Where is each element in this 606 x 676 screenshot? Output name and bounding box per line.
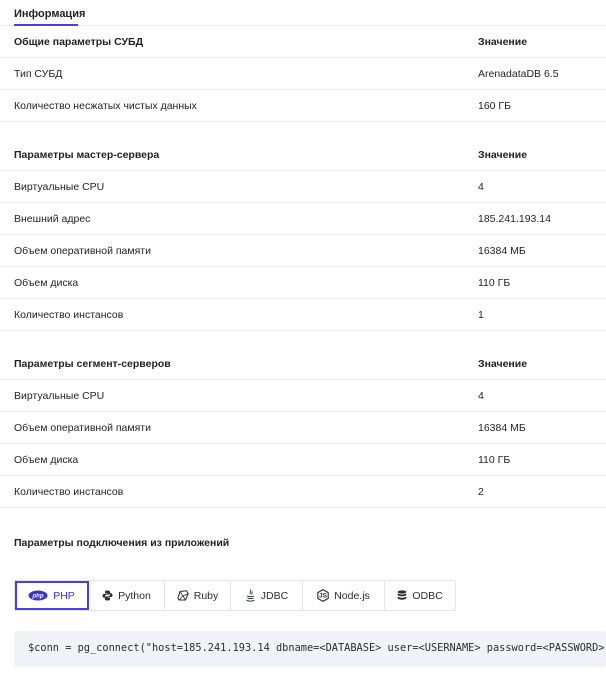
code-snippet[interactable]: $conn = pg_connect("host=185.241.193.14 … xyxy=(14,631,606,667)
table-row: Объем диска 110 ГБ xyxy=(0,267,606,299)
param-label: Виртуальные CPU xyxy=(14,390,105,402)
param-value: 16384 МБ xyxy=(478,245,526,257)
php-icon: php xyxy=(28,590,48,601)
column-header-value: Значение xyxy=(478,149,528,161)
column-header-value: Значение xyxy=(478,36,528,48)
table-header: Параметры мастер-сервера Значение xyxy=(0,139,606,171)
param-label: Тип СУБД xyxy=(14,68,63,80)
tab-label: Ruby xyxy=(193,589,219,602)
segment-params-table: Параметры сегмент-серверов Значение Вирт… xyxy=(0,348,606,508)
language-tabs: php PHP Python Ruby JDBC JS Node.js ODBC xyxy=(14,580,456,611)
param-value: 110 ГБ xyxy=(478,454,511,466)
tab-label: JDBC xyxy=(260,589,289,602)
ruby-icon xyxy=(177,590,189,601)
param-label: Объем оперативной памяти xyxy=(14,422,151,434)
param-value: 16384 МБ xyxy=(478,422,526,434)
table-row: Виртуальные CPU 4 xyxy=(0,171,606,203)
param-label: Внешний адрес xyxy=(14,213,91,225)
general-params-table: Общие параметры СУБД Значение Тип СУБД A… xyxy=(0,26,606,122)
tab-bar: Информация xyxy=(0,0,606,26)
table-row: Тип СУБД ArenadataDB 6.5 xyxy=(0,58,606,90)
param-value: 2 xyxy=(478,486,484,498)
param-value: 4 xyxy=(478,181,484,193)
param-label: Объем оперативной памяти xyxy=(14,245,151,257)
table-row: Количество инстансов 2 xyxy=(0,476,606,508)
param-label: Количество инстансов xyxy=(14,486,124,498)
connection-section-title: Параметры подключения из приложений xyxy=(14,537,230,549)
java-icon xyxy=(245,589,256,602)
tab-nodejs[interactable]: JS Node.js xyxy=(303,581,385,610)
code-text[interactable]: $conn = pg_connect("host=185.241.193.14 … xyxy=(28,642,606,654)
param-value: 110 ГБ xyxy=(478,277,511,289)
master-params-table: Параметры мастер-сервера Значение Виртуа… xyxy=(0,139,606,331)
svg-text:php: php xyxy=(32,594,44,600)
table-row: Виртуальные CPU 4 xyxy=(0,380,606,412)
tab-label: ODBC xyxy=(412,589,443,602)
column-header-param: Параметры сегмент-серверов xyxy=(14,358,171,370)
param-label: Объем диска xyxy=(14,454,79,466)
param-value: 160 ГБ xyxy=(478,100,512,112)
table-row: Количество инстансов 1 xyxy=(0,299,606,331)
column-header-param: Общие параметры СУБД xyxy=(14,36,144,48)
nodejs-icon: JS xyxy=(317,589,329,602)
tab-label: Node.js xyxy=(334,589,370,602)
param-value: 185.241.193.14 xyxy=(478,213,551,225)
table-row: Внешний адрес 185.241.193.14 xyxy=(0,203,606,235)
tab-php[interactable]: php PHP xyxy=(15,581,89,610)
column-header-value: Значение xyxy=(478,358,528,370)
table-row: Объем оперативной памяти 16384 МБ xyxy=(0,412,606,444)
param-label: Объем диска xyxy=(14,277,79,289)
param-value: 4 xyxy=(478,390,484,402)
table-header: Общие параметры СУБД Значение xyxy=(0,26,606,58)
table-row: Количество несжатых чистых данных 160 ГБ xyxy=(0,90,606,122)
tab-ruby[interactable]: Ruby xyxy=(165,581,231,610)
param-label: Количество инстансов xyxy=(14,309,124,321)
tab-odbc[interactable]: ODBC xyxy=(385,581,455,610)
table-header: Параметры сегмент-серверов Значение xyxy=(0,348,606,380)
param-value: 1 xyxy=(478,309,484,321)
python-icon xyxy=(102,590,113,601)
database-icon xyxy=(397,590,407,601)
svg-text:JS: JS xyxy=(319,593,328,600)
tab-label: Python xyxy=(118,589,151,602)
tab-information[interactable]: Информация xyxy=(14,8,85,20)
param-label: Количество несжатых чистых данных xyxy=(14,100,197,112)
param-label: Виртуальные CPU xyxy=(14,181,105,193)
table-row: Объем диска 110 ГБ xyxy=(0,444,606,476)
param-value: ArenadataDB 6.5 xyxy=(478,68,559,80)
tab-jdbc[interactable]: JDBC xyxy=(231,581,303,610)
column-header-param: Параметры мастер-сервера xyxy=(14,149,160,161)
table-row: Объем оперативной памяти 16384 МБ xyxy=(0,235,606,267)
tab-label: PHP xyxy=(53,589,75,602)
tab-python[interactable]: Python xyxy=(89,581,165,610)
